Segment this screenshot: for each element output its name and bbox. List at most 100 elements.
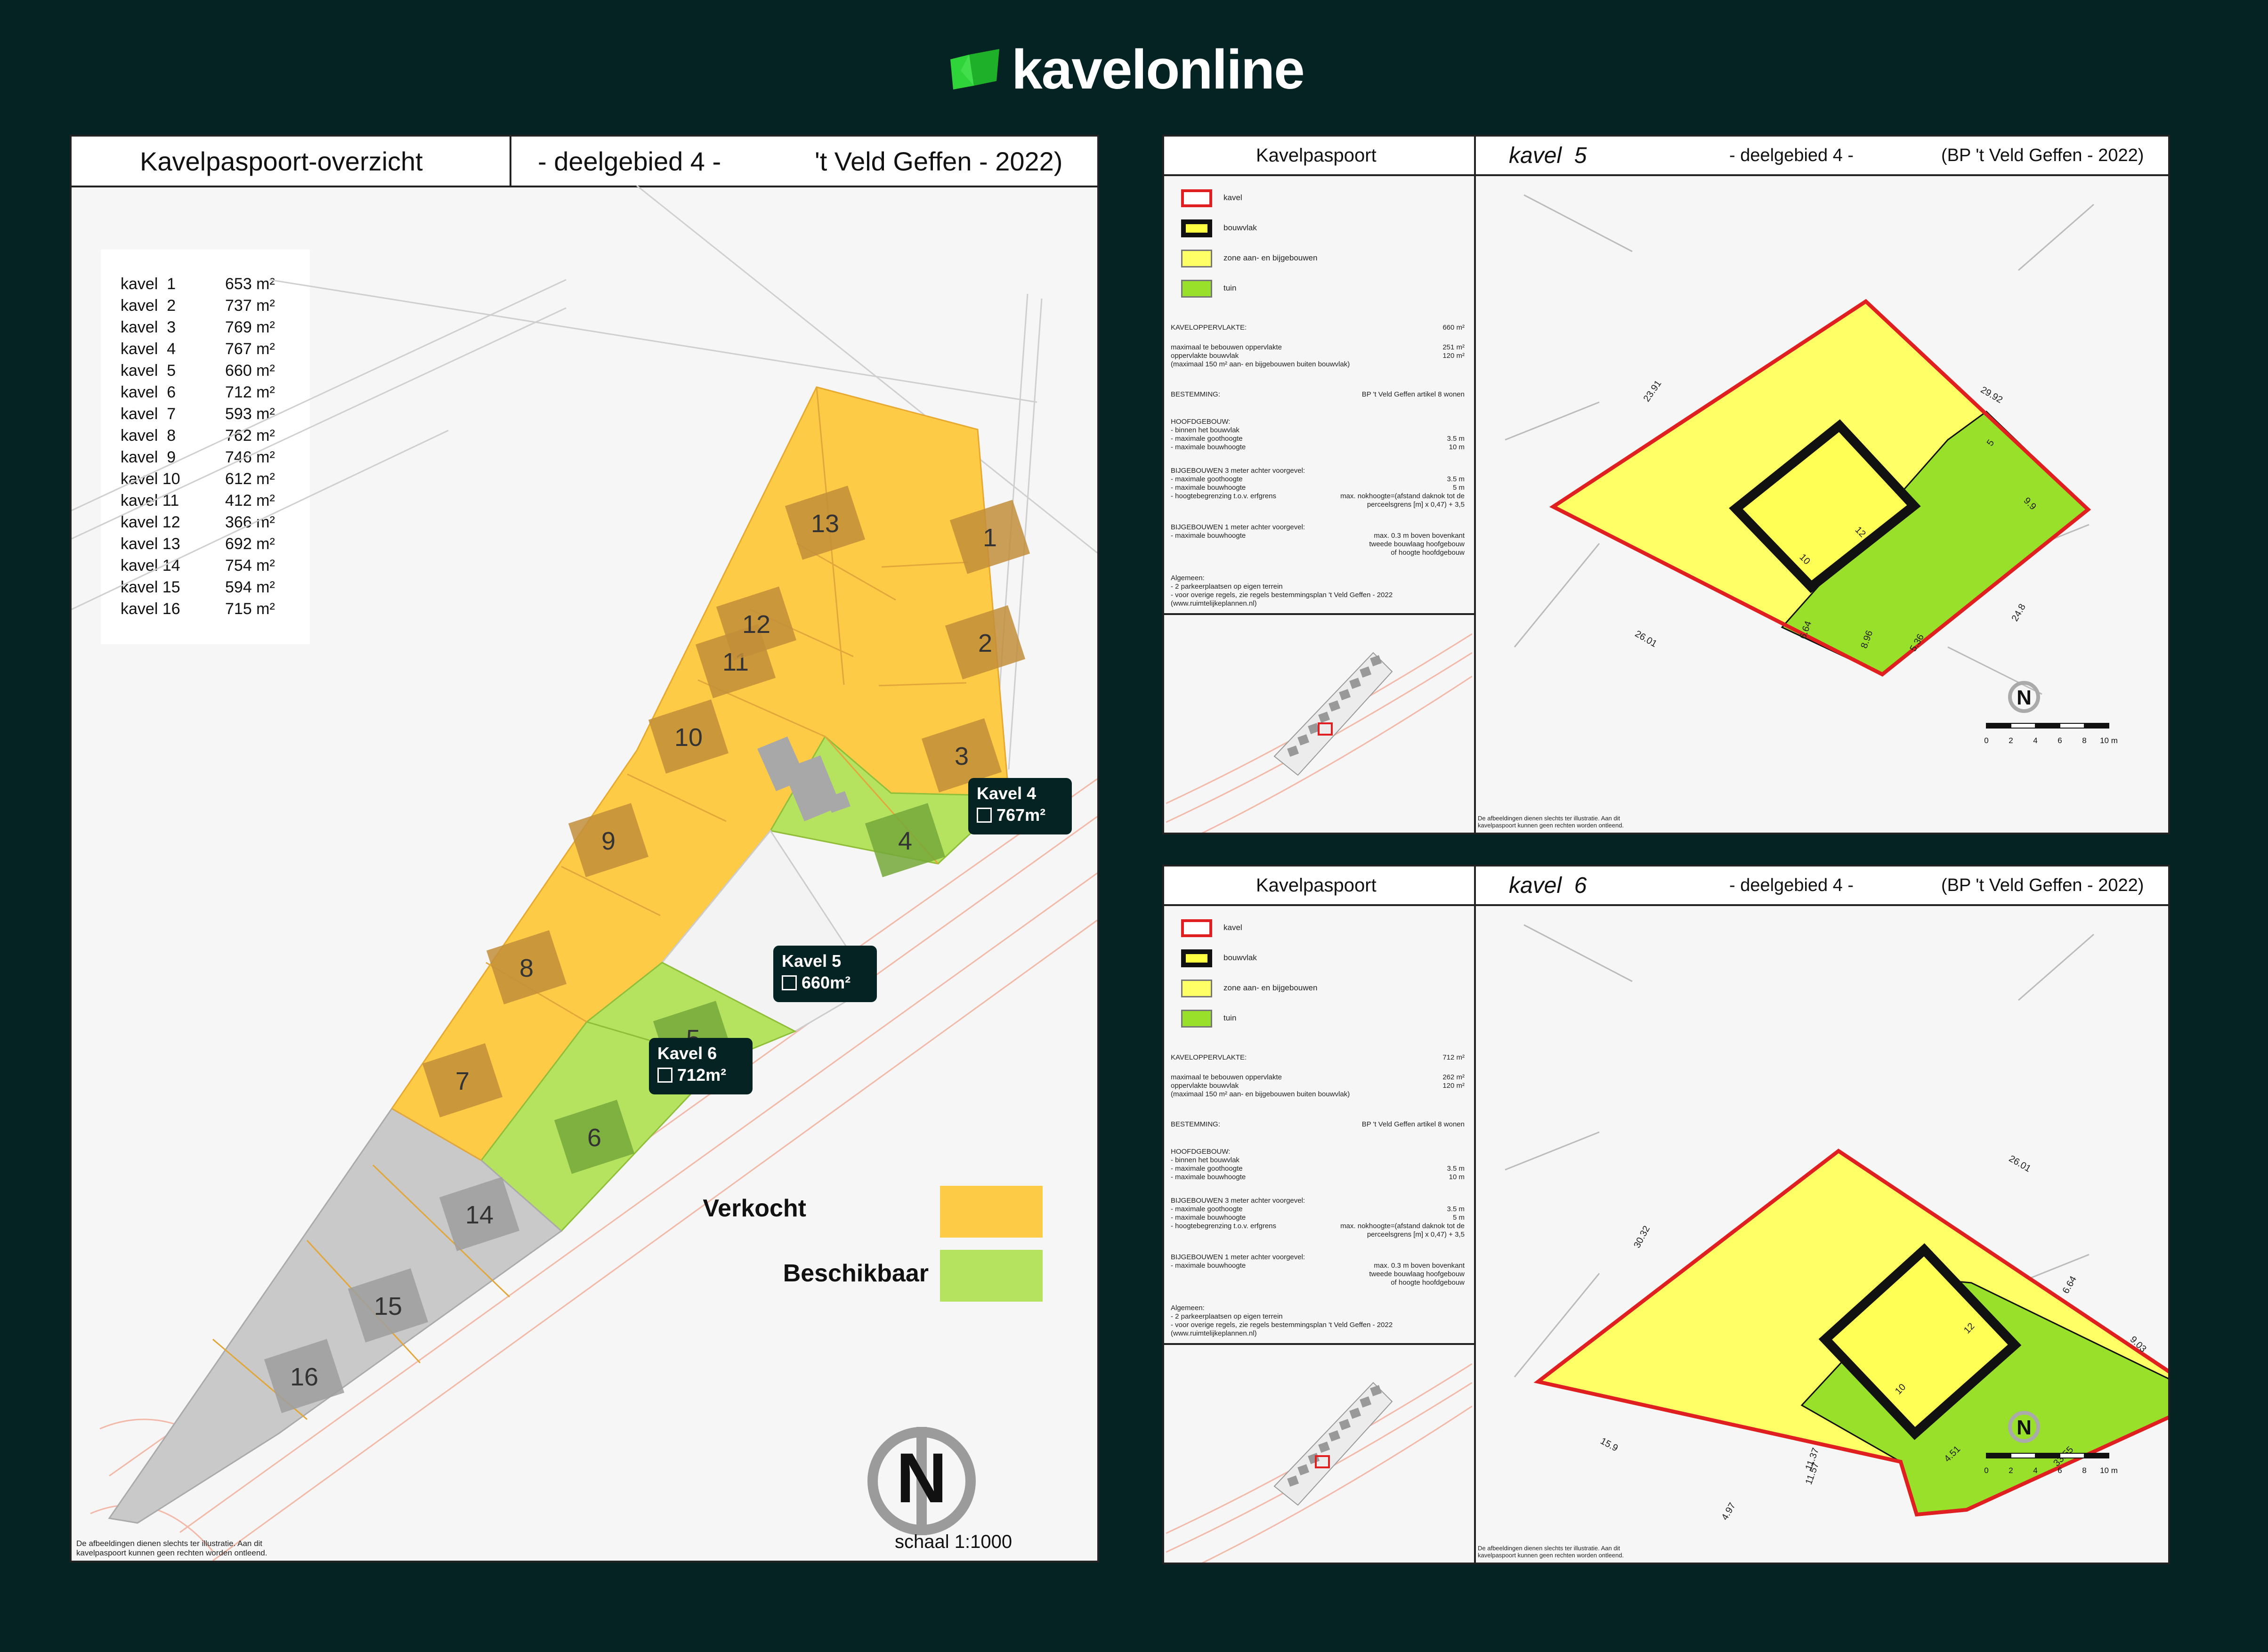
plot-callout-name: Kavel 6	[657, 1044, 717, 1063]
area-icon	[782, 975, 797, 990]
legend-sold-swatch	[940, 1186, 1043, 1238]
passport-disclaimer-1: De afbeeldingen dienen slechts ter illus…	[1478, 815, 1620, 822]
legend-swatch	[1181, 980, 1212, 997]
passport-project: (BP 't Veld Geffen - 2022)	[1941, 145, 2144, 165]
left-column-divider	[1474, 904, 1476, 1563]
passport-info-value: of hoogte hoofdgebouw	[1391, 549, 1465, 557]
passport-info-label: - maximale bouwhoogte	[1171, 484, 1246, 492]
scale-tick-label: 4	[2033, 1466, 2037, 1475]
passport-disclaimer-2: kavelpaspoort kunnen geen rechten worden…	[1478, 822, 1624, 829]
legend-swatch	[1181, 189, 1212, 207]
scale-tick-label: 4	[2033, 736, 2037, 745]
brand-name: kavelonline	[1012, 39, 1305, 101]
header-divider	[510, 137, 511, 186]
plot-callout-area: 660m²	[802, 973, 851, 992]
overview-project: 't Veld Geffen - 2022)	[815, 146, 1063, 176]
overview-header: Kavelpaspoort-overzicht - deelgebied 4 -…	[72, 137, 1097, 187]
plot-callout-name: Kavel 5	[782, 951, 842, 971]
passport-info-label: (maximaal 150 m² aan- en bijgebouwen bui…	[1171, 360, 1350, 368]
passport-info-label: BIJGEBOUWEN 1 meter achter voorgevel:	[1171, 1253, 1305, 1261]
legend-label: kavel	[1223, 923, 1242, 932]
passport-info-label: BESTEMMING:	[1171, 390, 1221, 398]
scale-tick-label: 2	[2009, 1466, 2013, 1475]
location-minimap	[1166, 615, 1472, 833]
passport-info-label: maximaal te bebouwen oppervlakte	[1171, 343, 1282, 351]
passport-info-label: KAVELOPPERVLAKTE:	[1171, 1053, 1247, 1061]
plot-number-label: 15	[374, 1292, 402, 1320]
plot-number-label: 10	[674, 723, 703, 752]
dimension-label: 26.01	[1633, 629, 1659, 649]
brand-logo: kavelonline	[947, 39, 1305, 101]
passport-info-value: perceelsgrens [m] x 0,47) + 3,5	[1367, 501, 1465, 509]
passport-title: Kavelpaspoort	[1256, 145, 1377, 166]
plot-callout-area-row: 767m²	[977, 805, 1063, 825]
legend-label: zone aan- en bijgebouwen	[1223, 253, 1318, 262]
kavelonline-logo-icon	[950, 49, 999, 89]
passport-info-value: BP 't Veld Geffen artikel 8 wonen	[1361, 390, 1465, 398]
north-arrow-icon: N	[867, 1427, 976, 1535]
disclaimer-line-1: De afbeeldingen dienen slechts ter illus…	[76, 1539, 263, 1548]
legend-sold-label: Verkocht	[703, 1195, 806, 1222]
legend-label: zone aan- en bijgebouwen	[1223, 983, 1318, 992]
passport-header: Kavelpaspoort kavel 5 - deelgebied 4 - (BP …	[1164, 137, 2168, 176]
dimension-label: 15.9	[1598, 1436, 1620, 1454]
plot-number-label: 7	[455, 1067, 470, 1095]
legend-swatch	[1181, 1010, 1212, 1028]
legend-available-label: Beschikbaar	[783, 1260, 929, 1287]
passport-info-label: - hoogtebegrenzing t.o.v. erfgrens	[1171, 492, 1277, 500]
passport-info-label: KAVELOPPERVLAKTE:	[1171, 324, 1247, 332]
legend-label: tuin	[1223, 283, 1237, 292]
passport-info-label: oppervlakte bouwvlak	[1171, 1082, 1239, 1090]
scale-tick-label: 10 m	[2100, 1466, 2118, 1475]
passport-info-value: perceelsgrens [m] x 0,47) + 3,5	[1367, 1231, 1465, 1239]
scale-tick-label: 10 m	[2100, 736, 2118, 745]
legend-available-swatch	[940, 1250, 1043, 1302]
dimension-label: 6.64	[2061, 1274, 2079, 1296]
passport-info-value: 3.5 m	[1447, 1205, 1465, 1213]
legend-swatch	[1181, 219, 1212, 237]
passport-info-label: maximaal te bebouwen oppervlakte	[1171, 1073, 1282, 1081]
north-label: N	[2017, 686, 2032, 709]
passport-info-value: max. 0.3 m boven bovenkant	[1374, 532, 1465, 540]
plot-callout-area: 712m²	[677, 1065, 727, 1085]
disclaimer: De afbeeldingen dienen slechts ter illus…	[76, 1539, 267, 1558]
scale-tick-label: 8	[2082, 1466, 2086, 1475]
legend-label: kavel	[1223, 193, 1242, 202]
plot-callout-area-row: 660m²	[782, 973, 868, 993]
passport-info-value: tweede bouwlaag hoofgebouw	[1369, 540, 1465, 548]
scale-tick-label: 0	[1984, 736, 1988, 745]
plot-number-label: 16	[290, 1363, 318, 1391]
passport-info-value: 5 m	[1452, 484, 1465, 492]
dimension-label: 30.32	[1632, 1224, 1652, 1250]
passport-info-label: - 2 parkeerplaatsen op eigen terrein	[1171, 583, 1283, 591]
legend-label: bouwvlak	[1223, 953, 1257, 962]
legend-swatch	[1181, 949, 1212, 967]
scale-bar: 0 2 4 6 8 10 m	[1984, 723, 2118, 745]
passport-disclaimer-2: kavelpaspoort kunnen geen rechten worden…	[1478, 1552, 1624, 1559]
passport-project: (BP 't Veld Geffen - 2022)	[1941, 875, 2144, 895]
plot-callout: Kavel 6 712m²	[649, 1038, 753, 1094]
plot-number-label: 14	[465, 1201, 494, 1229]
scale-tick-label: 0	[1984, 1466, 1988, 1475]
passport-info-value: 120 m²	[1442, 1082, 1465, 1090]
passport-sheet-5: Kavelpaspoort kavel 5 - deelgebied 4 - (BP …	[1162, 135, 2170, 834]
passport-info-label: Algemeen:	[1171, 1304, 1205, 1312]
scale-tick-label: 2	[2009, 736, 2013, 745]
passport-info-value: of hoogte hoofdgebouw	[1391, 1279, 1465, 1287]
plot-callout: Kavel 4 767m²	[968, 778, 1072, 834]
plot-callout-name: Kavel 4	[977, 784, 1037, 803]
dimension-label: 26.01	[2007, 1153, 2033, 1174]
passport-info-label: BIJGEBOUWEN 3 meter achter voorgevel:	[1171, 1197, 1305, 1205]
passport-info-label: - voor overige regels, zie regels bestem…	[1171, 591, 1393, 599]
passport-info-label: BESTEMMING:	[1171, 1120, 1221, 1128]
overview-sheet: Kavelpaspoort-overzicht - deelgebied 4 -…	[70, 135, 1099, 1563]
location-minimap	[1166, 1345, 1472, 1563]
passport-title: Kavelpaspoort	[1256, 875, 1377, 896]
passport-info-label: - maximale bouwhoogte	[1171, 1214, 1246, 1222]
passport-info-label: - 2 parkeerplaatsen op eigen terrein	[1171, 1312, 1283, 1320]
plot-number-label: 2	[978, 629, 992, 657]
passport-area: - deelgebied 4 -	[1729, 145, 1854, 165]
passport-info-label: HOOFDGEBOUW:	[1171, 418, 1231, 426]
north-label: N	[2017, 1416, 2032, 1439]
dimension-label: 24.8	[2010, 602, 2028, 624]
